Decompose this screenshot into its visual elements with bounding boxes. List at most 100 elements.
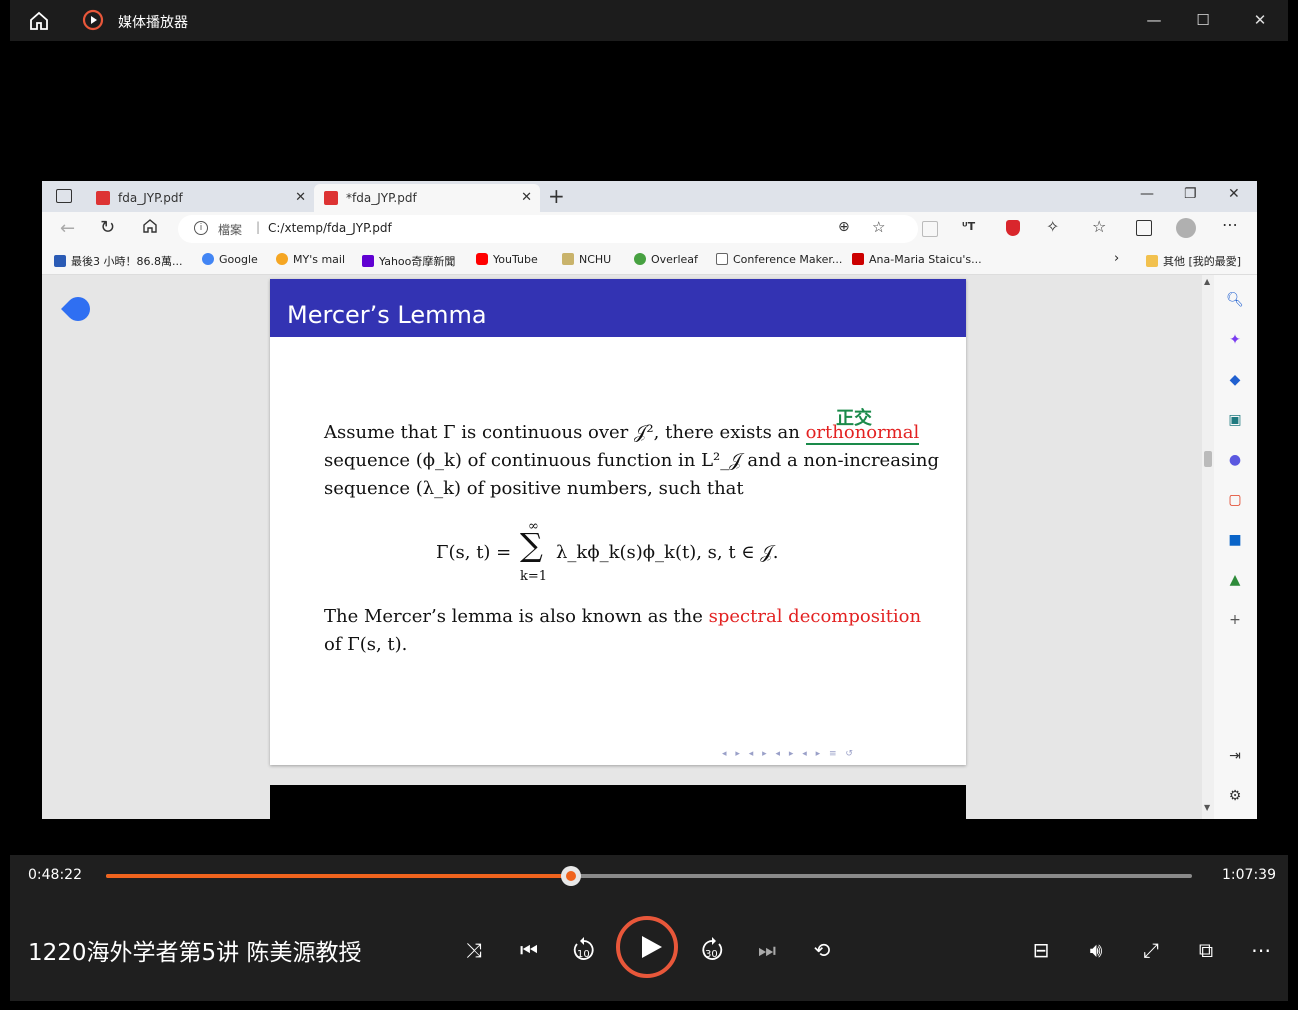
tab-close-icon[interactable]: ✕ bbox=[295, 184, 306, 212]
shuffle-icon[interactable]: ⤨ bbox=[459, 935, 489, 965]
mini-player-icon[interactable]: ⧉ bbox=[1191, 935, 1221, 965]
previous-icon[interactable]: ⏮ bbox=[514, 935, 544, 965]
favorite-add-icon[interactable]: ☆ bbox=[872, 218, 885, 236]
paragraph-text: Assume that Γ is continuous over 𝒥², the… bbox=[324, 422, 800, 443]
refresh-icon[interactable]: ↻ bbox=[100, 217, 115, 238]
favorites-icon[interactable]: ☆ bbox=[1092, 217, 1106, 236]
collections-icon[interactable] bbox=[1136, 220, 1152, 236]
copilot-icon[interactable]: ✦ bbox=[1224, 329, 1246, 351]
bookmark-item[interactable]: NCHU bbox=[562, 253, 611, 266]
tree-icon[interactable]: ▲ bbox=[1224, 569, 1246, 591]
home-icon[interactable] bbox=[142, 218, 158, 234]
bookmark-favicon bbox=[54, 255, 66, 267]
player-title: 媒体播放器 bbox=[118, 15, 188, 31]
seek-bar-thumb[interactable] bbox=[561, 866, 582, 886]
browser-restore-icon[interactable]: ❐ bbox=[1184, 186, 1197, 202]
subtitles-icon[interactable]: ⊟ bbox=[1026, 935, 1056, 965]
bookmark-label: NCHU bbox=[579, 253, 612, 266]
hide-sidebar-icon[interactable]: ⇥ bbox=[1224, 745, 1246, 767]
pdf-scrollbar[interactable]: ▲ ▼ bbox=[1202, 275, 1214, 819]
tab-close-icon[interactable]: ✕ bbox=[521, 184, 532, 212]
skip-forward-button[interactable]: 30 bbox=[697, 935, 727, 965]
browser-tab-active[interactable]: *fda_JYP.pdf ✕ bbox=[314, 184, 540, 212]
more-menu-icon[interactable]: ⋯ bbox=[1222, 215, 1238, 234]
bookmark-label: Conference Maker... bbox=[733, 253, 843, 266]
scroll-thumb[interactable] bbox=[1204, 451, 1212, 467]
more-options-icon[interactable]: ⋯ bbox=[1246, 935, 1276, 965]
equation-sum-lower: k=1 bbox=[520, 569, 548, 584]
slide-title: Mercer’s Lemma bbox=[287, 301, 487, 329]
fullscreen-icon[interactable]: ⤢ bbox=[1136, 935, 1166, 965]
outlook-icon[interactable]: ■ bbox=[1224, 529, 1246, 551]
games-icon[interactable]: ● bbox=[1224, 449, 1246, 471]
search-icon[interactable]: 🔍︎ bbox=[1224, 289, 1246, 311]
slide-paragraph-1: Assume that Γ is continuous over 𝒥², the… bbox=[324, 419, 944, 503]
next-icon[interactable]: ⏭ bbox=[752, 935, 782, 965]
office-icon[interactable]: ▢ bbox=[1224, 489, 1246, 511]
equation-rhs: λ_kϕ_k(s)ϕ_k(t), s, t ∈ 𝒥. bbox=[556, 542, 779, 563]
address-field[interactable]: i 檔案 | C:/xtemp/fda_JYP.pdf ⊕ ☆ bbox=[178, 215, 918, 243]
bookmark-item[interactable]: Overleaf bbox=[634, 253, 698, 266]
new-tab-icon[interactable]: + bbox=[548, 184, 565, 208]
bookmark-item[interactable]: MY's mail bbox=[276, 253, 345, 266]
bookmark-item[interactable]: 最後3 小時！86.8萬... bbox=[54, 253, 182, 269]
extensions-icon[interactable]: ✧ bbox=[1046, 217, 1059, 236]
tools-icon[interactable]: ▣ bbox=[1224, 409, 1246, 431]
shield-extension-icon[interactable] bbox=[1006, 220, 1020, 236]
total-time: 1:07:39 bbox=[1222, 867, 1276, 883]
google-icon bbox=[202, 253, 214, 265]
shopping-icon[interactable]: ◆ bbox=[1224, 369, 1246, 391]
repeat-off-icon[interactable]: ⟲ bbox=[807, 935, 837, 965]
maximize-icon[interactable]: ☐ bbox=[1189, 8, 1217, 32]
back-icon[interactable]: ← bbox=[60, 218, 75, 239]
profile-avatar[interactable] bbox=[1176, 218, 1196, 238]
zoom-icon[interactable]: ⊕ bbox=[838, 219, 850, 235]
page-icon bbox=[716, 253, 728, 265]
translate-extension-icon[interactable]: ᵁT bbox=[962, 220, 975, 233]
bookmark-item[interactable]: YouTube bbox=[476, 253, 538, 266]
overleaf-icon bbox=[634, 253, 646, 265]
other-bookmarks[interactable]: 其他 [我的最愛] bbox=[1146, 253, 1241, 269]
university-icon bbox=[852, 253, 864, 265]
close-icon[interactable]: ✕ bbox=[1246, 8, 1274, 32]
tab-label: *fda_JYP.pdf bbox=[346, 191, 417, 205]
seek-bar[interactable] bbox=[106, 866, 1192, 886]
scroll-up-icon[interactable]: ▲ bbox=[1204, 277, 1210, 286]
bookmark-label: 最後3 小時！86.8萬... bbox=[71, 255, 183, 268]
reading-view-icon[interactable] bbox=[922, 221, 938, 237]
current-time: 0:48:22 bbox=[28, 867, 82, 883]
browser-minimize-icon[interactable]: — bbox=[1140, 186, 1154, 202]
yahoo-icon bbox=[362, 255, 374, 267]
tab-label: fda_JYP.pdf bbox=[118, 191, 183, 205]
browser-tab[interactable]: fda_JYP.pdf ✕ bbox=[86, 184, 314, 212]
bookmark-item[interactable]: Google bbox=[202, 253, 258, 266]
skip-back-button[interactable]: 10 bbox=[569, 935, 599, 965]
highlight-orthonormal: orthonormal bbox=[805, 422, 920, 445]
settings-icon[interactable]: ⚙ bbox=[1224, 785, 1246, 807]
pdf-viewer: Mercer’s Lemma 正交 Assume that Γ is conti… bbox=[42, 275, 1202, 819]
slide-paragraph-2: The Mercer’s lemma is also known as the … bbox=[324, 603, 944, 659]
scroll-down-icon[interactable]: ▼ bbox=[1204, 803, 1210, 812]
minimize-icon[interactable]: — bbox=[1140, 8, 1168, 32]
add-sidebar-icon[interactable]: + bbox=[1224, 609, 1246, 631]
bookmark-item[interactable]: Ana-Maria Staicu's... bbox=[852, 253, 982, 266]
beamer-nav-icons[interactable]: ◂ ▸ ◂ ▸ ◂ ▸ ◂ ▸ ≡ ↺ bbox=[722, 749, 856, 759]
tab-actions-icon[interactable] bbox=[56, 189, 72, 203]
video-frame-browser: fda_JYP.pdf ✕ *fda_JYP.pdf ✕ + — ❐ ✕ ← ↻… bbox=[42, 181, 1257, 819]
browser-close-icon[interactable]: ✕ bbox=[1228, 186, 1240, 202]
address-prefix: 檔案 bbox=[218, 223, 243, 237]
bookmark-item[interactable]: Conference Maker... bbox=[716, 253, 842, 266]
pdf-icon bbox=[324, 191, 338, 205]
bookmark-item[interactable]: Yahoo奇摩新聞 bbox=[362, 253, 455, 269]
paragraph-text: sequence (λ_k) of positive numbers, such… bbox=[324, 478, 744, 499]
media-title: 1220海外学者第5讲 陈美源教授 bbox=[28, 940, 362, 966]
equation-lhs: Γ(s, t) = bbox=[436, 542, 512, 563]
bookmarks-overflow-icon[interactable]: › bbox=[1114, 251, 1119, 266]
play-button[interactable] bbox=[616, 916, 678, 978]
pdf-icon bbox=[96, 191, 110, 205]
skip-forward-label: 30 bbox=[705, 949, 718, 960]
bookmark-label: Overleaf bbox=[651, 253, 698, 266]
viewer-drop-icon bbox=[61, 292, 95, 326]
home-icon[interactable] bbox=[28, 10, 50, 32]
volume-icon[interactable]: 🔊︎ bbox=[1081, 935, 1111, 965]
